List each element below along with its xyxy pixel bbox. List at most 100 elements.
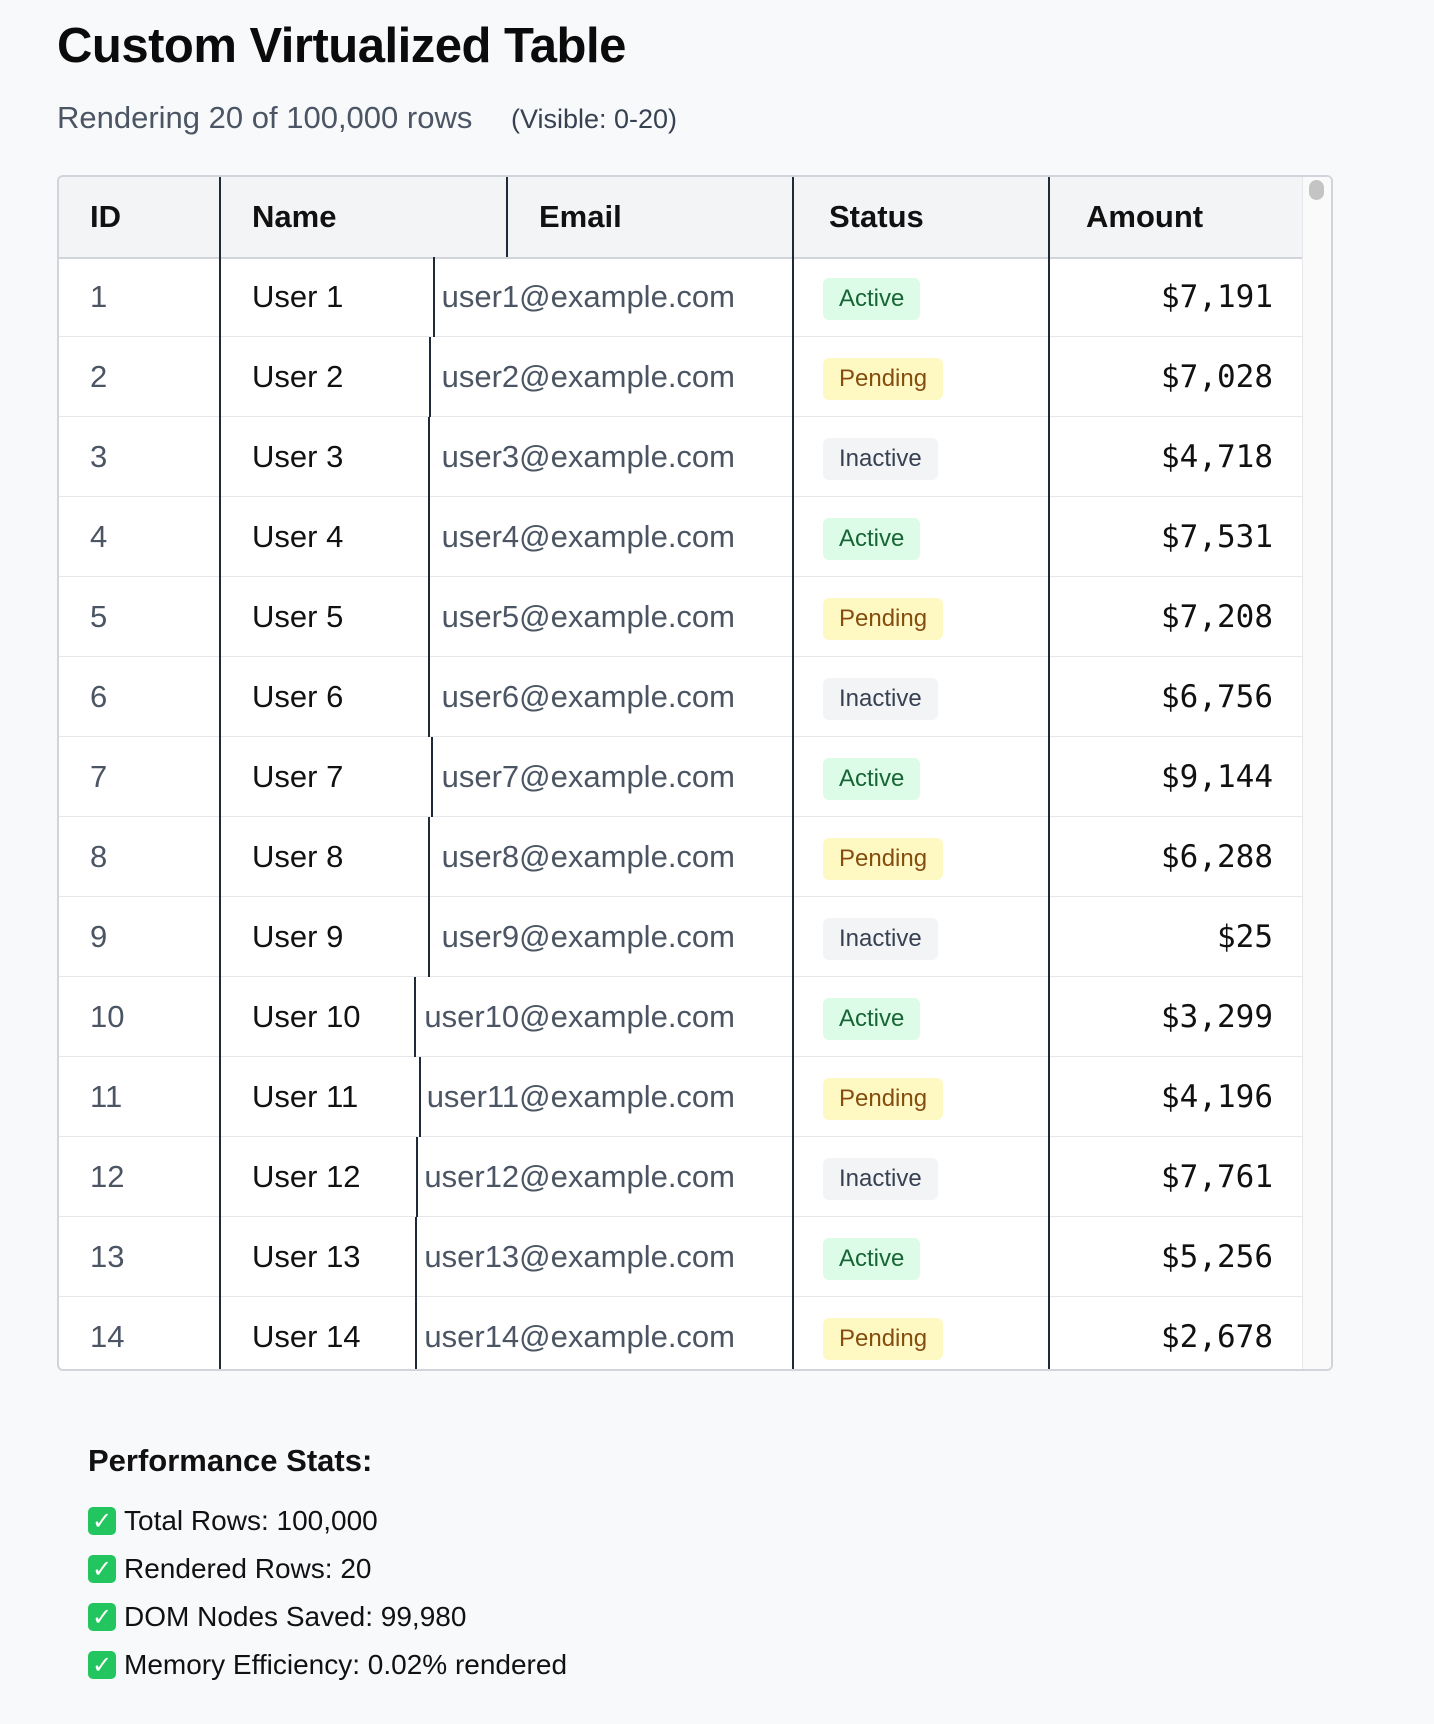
cell-name: User 7 <box>252 759 344 794</box>
cell-id: 13 <box>90 1239 125 1274</box>
table-row[interactable]: 8 User 8 user8@example.com Pending $6,288 <box>59 817 1305 897</box>
table-row[interactable]: 6 User 6 user6@example.com Inactive $6,756 <box>59 657 1305 737</box>
column-divider <box>429 337 431 417</box>
column-divider <box>792 257 794 1369</box>
cell-id: 1 <box>90 279 108 314</box>
table-row[interactable]: 3 User 3 user3@example.com Inactive $4,718 <box>59 417 1305 497</box>
stat-text: DOM Nodes Saved: 99,980 <box>124 1601 467 1632</box>
cell-id: 12 <box>90 1159 125 1194</box>
performance-stats: Performance Stats: ✓ Total Rows: 100,000 ✓… <box>88 1443 567 1689</box>
cell-id: 10 <box>90 999 125 1034</box>
cell-email: user1@example.com <box>441 279 735 314</box>
stat-item: ✓ Rendered Rows: 20 <box>88 1545 567 1593</box>
cell-email: user2@example.com <box>441 359 735 394</box>
cell-id: 2 <box>90 359 108 394</box>
cell-name: User 3 <box>252 439 344 474</box>
table-row[interactable]: 13 User 13 user13@example.com Active $5,256 <box>59 1217 1305 1297</box>
cell-amount: $7,761 <box>1161 1159 1273 1195</box>
cell-id: 5 <box>90 599 108 634</box>
cell-name: User 5 <box>252 599 344 634</box>
cell-email: user4@example.com <box>441 519 735 554</box>
stats-title: Performance Stats: <box>88 1443 373 1478</box>
cell-email: user14@example.com <box>424 1319 735 1354</box>
cell-name: User 13 <box>252 1239 361 1274</box>
status-badge: Inactive <box>823 438 938 480</box>
column-divider <box>506 177 508 257</box>
status-badge: Active <box>823 1238 921 1280</box>
cell-email: user6@example.com <box>441 679 735 714</box>
table-row[interactable]: 1 User 1 user1@example.com Active $7,191 <box>59 257 1305 337</box>
cell-amount: $2,678 <box>1161 1319 1273 1355</box>
cell-email: user8@example.com <box>441 839 735 874</box>
cell-id: 9 <box>90 919 108 954</box>
cell-email: user7@example.com <box>441 759 735 794</box>
table-row[interactable]: 14 User 14 user14@example.com Pending $2,678 <box>59 1297 1305 1369</box>
cell-name: User 12 <box>252 1159 361 1194</box>
page: Custom Virtualized Table Rendering 20 of… <box>0 0 1434 1724</box>
cell-id: 6 <box>90 679 108 714</box>
table-row[interactable]: 9 User 9 user9@example.com Inactive $25 <box>59 897 1305 977</box>
cell-amount: $6,756 <box>1161 679 1273 715</box>
virtualized-table[interactable]: ID Name Email Status Amount 1 User 1 user1… <box>57 175 1333 1371</box>
stat-text: Total Rows: 100,000 <box>124 1505 378 1536</box>
cell-name: User 4 <box>252 519 344 554</box>
cell-amount: $7,208 <box>1161 599 1273 635</box>
column-divider <box>428 497 430 577</box>
cell-email: user11@example.com <box>426 1079 735 1114</box>
column-divider <box>428 417 430 497</box>
stat-item: ✓ Memory Efficiency: 0.02% rendered <box>88 1641 567 1689</box>
cell-email: user10@example.com <box>424 999 735 1034</box>
table-row[interactable]: 2 User 2 user2@example.com Pending $7,028 <box>59 337 1305 417</box>
table-row[interactable]: 4 User 4 user4@example.com Active $7,531 <box>59 497 1305 577</box>
cell-amount: $5,256 <box>1161 1239 1273 1275</box>
page-subtitle: Rendering 20 of 100,000 rows (Visible: 0… <box>57 100 677 136</box>
scrollbar-thumb[interactable] <box>1309 180 1324 200</box>
check-mark-icon: ✓ <box>88 1507 116 1535</box>
column-divider <box>433 257 435 337</box>
cell-name: User 8 <box>252 839 344 874</box>
status-badge: Pending <box>823 1318 944 1360</box>
column-divider <box>219 177 221 257</box>
column-divider <box>416 1137 418 1217</box>
cell-id: 4 <box>90 519 108 554</box>
cell-name: User 6 <box>252 679 344 714</box>
cell-name: User 2 <box>252 359 344 394</box>
cell-amount: $25 <box>1217 919 1273 955</box>
table-row[interactable]: 7 User 7 user7@example.com Active $9,144 <box>59 737 1305 817</box>
vertical-scrollbar[interactable] <box>1302 177 1331 1369</box>
table-header-row: ID Name Email Status Amount <box>59 177 1305 259</box>
cell-id: 7 <box>90 759 108 794</box>
column-divider <box>1048 177 1050 257</box>
column-divider <box>219 257 221 1369</box>
cell-amount: $6,288 <box>1161 839 1273 875</box>
status-badge: Pending <box>823 1078 944 1120</box>
column-header-name: Name <box>252 199 337 234</box>
visible-range-text: (Visible: 0-20) <box>510 104 678 134</box>
table-row[interactable]: 12 User 12 user12@example.com Inactive $7,76… <box>59 1137 1305 1217</box>
cell-email: user9@example.com <box>441 919 735 954</box>
stats-list: ✓ Total Rows: 100,000 ✓ Rendered Rows: 20 ✓ D… <box>88 1497 567 1689</box>
cell-amount: $7,028 <box>1161 359 1273 395</box>
cell-name: User 10 <box>252 999 361 1034</box>
cell-amount: $4,718 <box>1161 439 1273 475</box>
table-row[interactable]: 10 User 10 user10@example.com Active $3,299 <box>59 977 1305 1057</box>
check-mark-icon: ✓ <box>88 1603 116 1631</box>
stat-text: Rendered Rows: 20 <box>124 1553 372 1584</box>
cell-email: user3@example.com <box>441 439 735 474</box>
cell-name: User 1 <box>252 279 344 314</box>
column-divider <box>431 737 433 817</box>
column-divider <box>419 1057 421 1137</box>
status-badge: Pending <box>823 358 944 400</box>
column-divider <box>1048 257 1050 1369</box>
column-divider <box>428 577 430 657</box>
column-header-amount: Amount <box>1086 199 1204 234</box>
cell-id: 11 <box>90 1079 123 1114</box>
table-row[interactable]: 5 User 5 user5@example.com Pending $7,208 <box>59 577 1305 657</box>
status-badge: Active <box>823 278 921 320</box>
column-header-status: Status <box>829 199 924 234</box>
status-badge: Inactive <box>823 918 938 960</box>
table-row[interactable]: 11 User 11 user11@example.com Pending $4,196 <box>59 1057 1305 1137</box>
cell-amount: $9,144 <box>1161 759 1273 795</box>
cell-amount: $3,299 <box>1161 999 1273 1035</box>
check-mark-icon: ✓ <box>88 1555 116 1583</box>
